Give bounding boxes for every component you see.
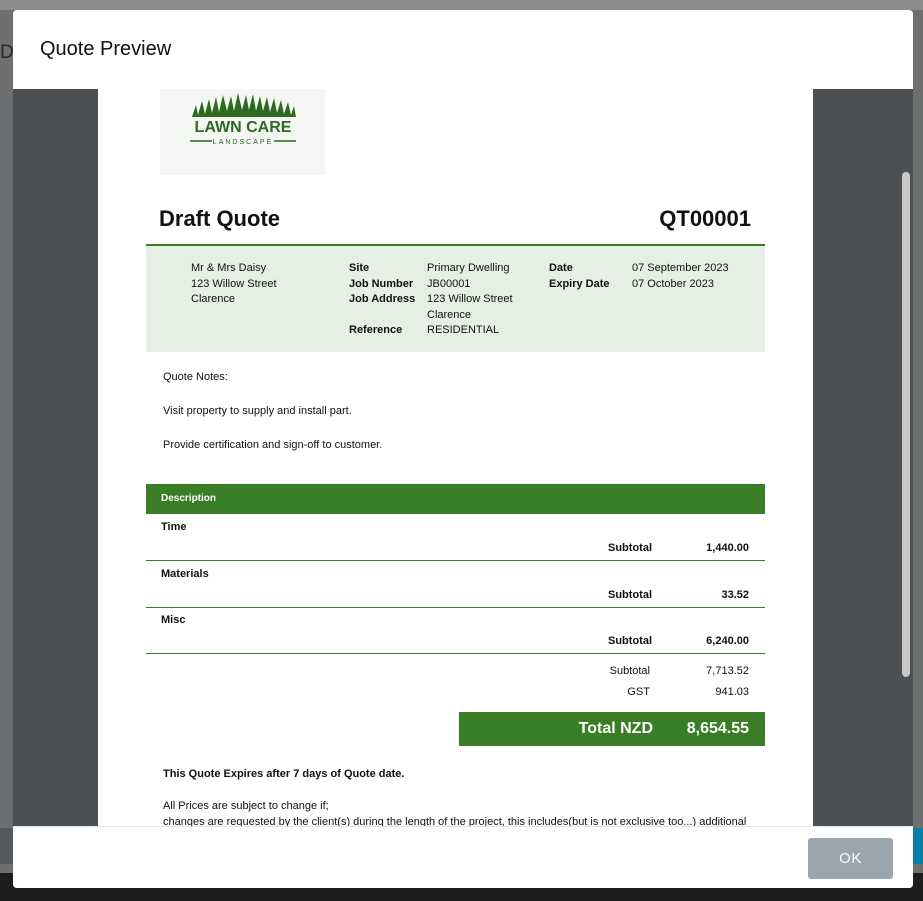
client-address: Mr & Mrs Daisy 123 Willow Street Clarenc…: [191, 262, 277, 305]
modal-scrollbar[interactable]: [902, 97, 910, 822]
quote-preview-modal: Quote Preview LAWN CARE LANDSCAPE Draft …: [13, 10, 913, 888]
date-value: 07 September 2023: [632, 262, 729, 274]
site-value: Primary Dwelling: [427, 262, 510, 274]
section-misc: Misc Subtotal 6,240.00: [146, 607, 765, 654]
background-app-bar: [0, 828, 13, 864]
date-labels: Date Expiry Date: [549, 262, 610, 290]
modal-footer: OK: [13, 826, 913, 888]
company-logo: LAWN CARE LANDSCAPE: [160, 89, 325, 175]
expiry-value: 07 October 2023: [632, 277, 714, 290]
svg-text:LANDSCAPE: LANDSCAPE: [213, 139, 273, 146]
job-address-line1: 123 Willow Street: [427, 293, 513, 305]
svg-text:LAWN CARE: LAWN CARE: [195, 119, 292, 136]
background-app-header: [0, 0, 923, 10]
job-address-line2: Clarence: [427, 308, 472, 321]
section-materials: Materials Subtotal 33.52: [146, 561, 765, 608]
quote-notes: Quote Notes: Visit property to supply an…: [163, 371, 383, 451]
modal-body[interactable]: LAWN CARE LANDSCAPE Draft Quote QT00001 …: [13, 89, 913, 826]
quote-info-box: Mr & Mrs Daisy 123 Willow Street Clarenc…: [146, 244, 765, 352]
section-time: Time Subtotal 1,440.00: [146, 514, 765, 561]
quote-title: Draft Quote: [159, 206, 280, 231]
background-app-text: Do: [0, 42, 14, 63]
quote-document: LAWN CARE LANDSCAPE Draft Quote QT00001 …: [98, 89, 813, 826]
reference-value: RESIDENTIAL: [427, 324, 500, 336]
quote-terms: This Quote Expires after 7 days of Quote…: [163, 768, 747, 826]
date-values: 07 September 2023 07 October 2023: [632, 261, 729, 292]
ok-button[interactable]: OK: [808, 838, 893, 879]
job-values: Primary Dwelling JB00001 123 Willow Stre…: [427, 261, 513, 339]
job-labels: Site Job Number Job Address Reference: [349, 262, 416, 336]
modal-title: Quote Preview: [40, 38, 172, 60]
lawn-care-logo-icon: LAWN CARE LANDSCAPE: [190, 93, 296, 146]
scroll-thumb[interactable]: [902, 172, 910, 677]
quote-number: QT00001: [659, 206, 751, 231]
description-header: Description: [146, 484, 765, 514]
job-number-value: JB00001: [427, 277, 471, 290]
background-app-button: [913, 828, 923, 864]
total-box: Total NZD 8,654.55: [459, 712, 765, 746]
modal-header: Quote Preview: [13, 10, 913, 89]
